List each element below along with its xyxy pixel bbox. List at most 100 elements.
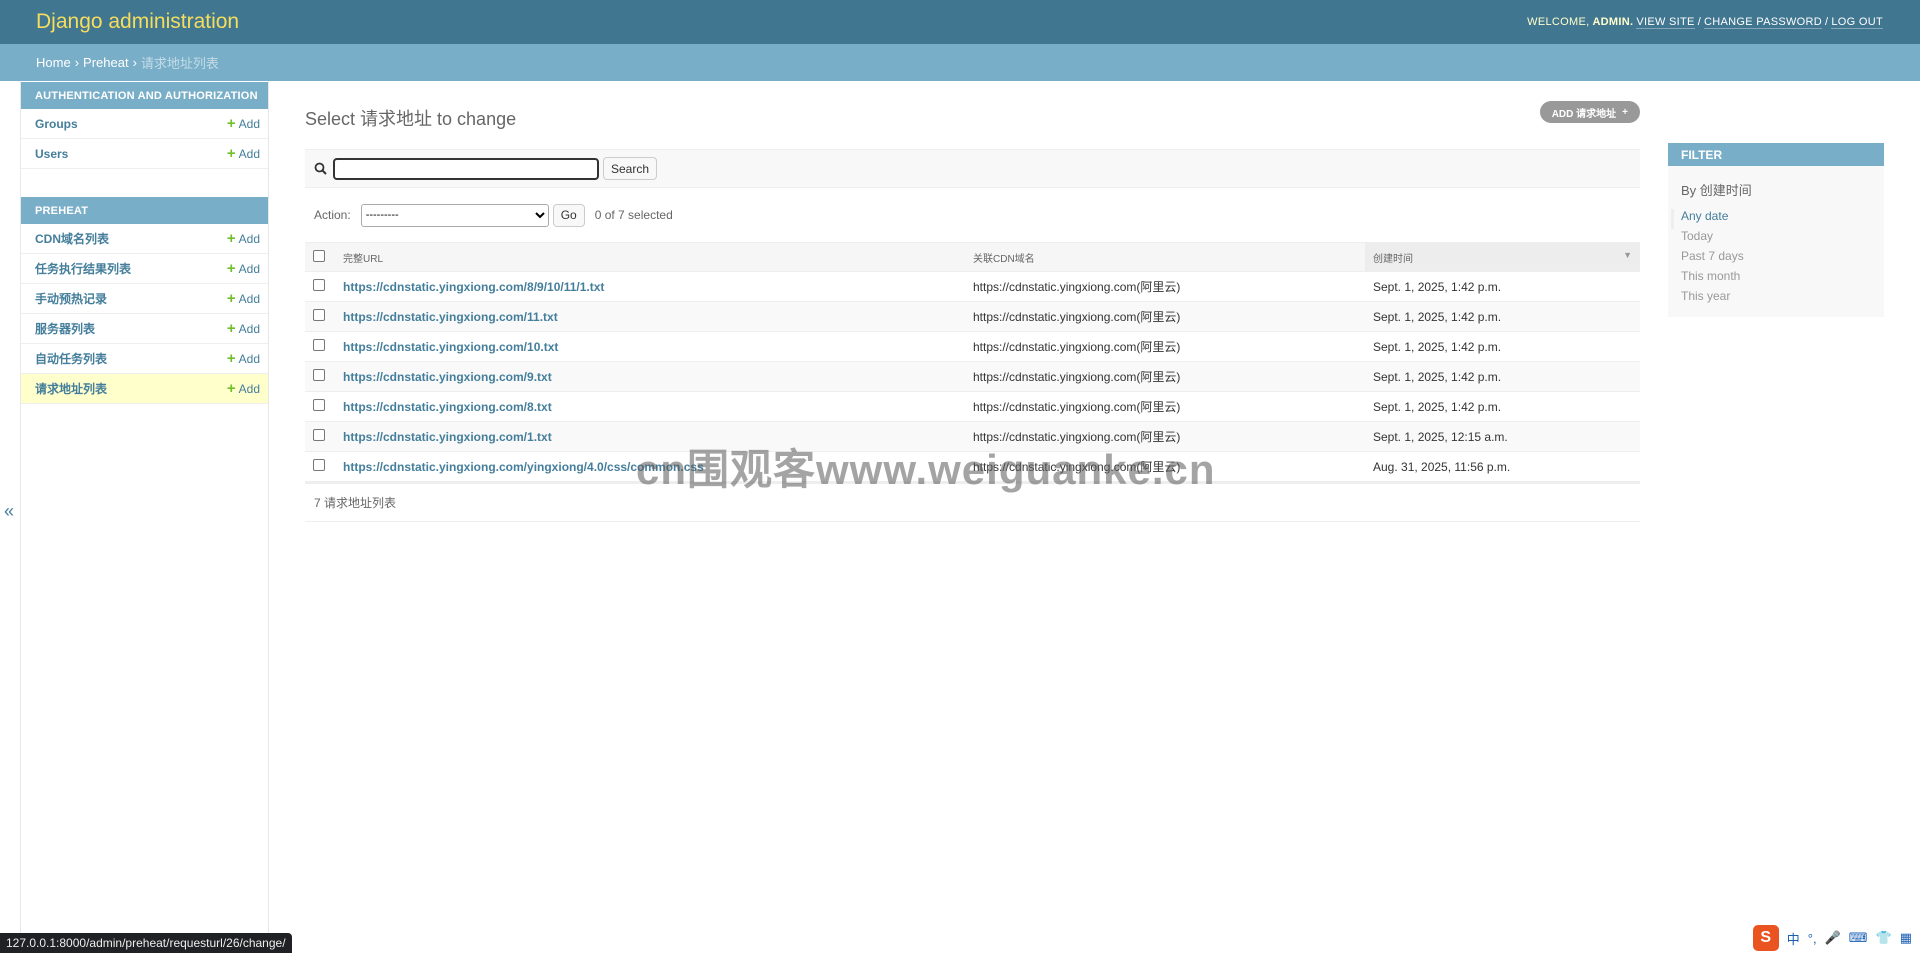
user-tools: WELCOME, ADMIN. VIEW SITE / CHANGE PASSW… [1527,16,1883,29]
collapse-icon[interactable]: « [4,501,14,522]
status-bar-url: 127.0.0.1:8000/admin/preheat/requesturl/… [0,933,292,953]
sidebar-item-label[interactable]: 手动预热记录 [35,290,107,307]
created-cell: Sept. 1, 2025, 1:42 p.m. [1365,271,1640,302]
add-label: Add [238,261,260,276]
search-button[interactable]: Search [603,157,658,180]
add-object-button[interactable]: ADD 请求地址 + [1539,101,1640,123]
filter-option-past-7-days: Past 7 days [1681,249,1884,269]
punctuation-icon[interactable]: °, [1808,931,1817,946]
filter-option-link[interactable]: Any date [1681,209,1728,223]
row-checkbox[interactable] [313,339,325,351]
keyboard-icon[interactable]: ⌨ [1849,930,1868,946]
filter-panel: FILTER By 创建时间 Any date Today Past 7 day… [1668,143,1884,317]
select-all-checkbox[interactable] [313,249,325,262]
breadcrumb-home[interactable]: Home [36,55,71,70]
microphone-icon[interactable]: 🎤 [1825,930,1841,946]
plus-icon: + [226,145,236,162]
results-table: 完整URL 关联CDN域名 创建时间 ▼ https://cdnstatic.y… [305,242,1640,482]
url-link[interactable]: https://cdnstatic.yingxiong.com/yingxion… [343,460,704,474]
site-name[interactable]: Django administration [36,10,239,34]
add-button[interactable]: + Add [227,381,260,396]
module-preheat: PREHEAT CDN域名列表 + Add 任务执行结果列表 + Add 手动预热记… [21,197,268,404]
url-link[interactable]: https://cdnstatic.yingxiong.com/9.txt [343,370,552,384]
sidebar-item-label[interactable]: Groups [35,117,78,131]
column-header-url[interactable]: 完整URL [335,242,965,272]
separator: / [1697,16,1702,28]
row-select-cell [305,391,335,422]
welcome-text: WELCOME, [1527,16,1590,28]
filter-option-link[interactable]: This month [1681,269,1740,283]
module-caption[interactable]: AUTHENTICATION AND AUTHORIZATION [21,82,268,109]
filter-option-link[interactable]: Today [1681,229,1713,243]
add-button[interactable]: + Add [227,261,260,276]
add-button[interactable]: + Add [227,116,260,131]
breadcrumb: Home › Preheat › 请求地址列表 [0,44,1920,81]
column-header-label: 创建时间 [1373,253,1413,265]
ime-language-indicator[interactable]: 中 [1787,929,1800,948]
sidebar-item-label[interactable]: 自动任务列表 [35,350,107,367]
skin-icon[interactable]: 👕 [1876,930,1892,946]
view-site-link[interactable]: VIEW SITE [1636,16,1695,29]
url-cell: https://cdnstatic.yingxiong.com/11.txt [335,301,965,332]
sidebar-item-label[interactable]: 服务器列表 [35,320,95,337]
url-link[interactable]: https://cdnstatic.yingxiong.com/1.txt [343,430,552,444]
row-checkbox[interactable] [313,369,325,381]
column-header-created[interactable]: 创建时间 ▼ [1365,242,1640,272]
sidebar-item-label[interactable]: 请求地址列表 [35,380,107,397]
breadcrumb-separator: › [74,55,80,70]
action-select[interactable]: --------- [360,203,549,227]
add-button[interactable]: + Add [227,291,260,306]
url-link[interactable]: https://cdnstatic.yingxiong.com/11.txt [343,310,558,324]
cdn-cell: https://cdnstatic.yingxiong.com(阿里云) [965,421,1365,452]
sidebar-item-label[interactable]: CDN域名列表 [35,230,109,247]
filter-title: FILTER [1668,143,1884,166]
breadcrumb-separator: › [132,55,137,70]
search-input[interactable] [333,157,599,180]
module-caption[interactable]: PREHEAT [21,197,268,224]
breadcrumb-app[interactable]: Preheat [83,55,129,70]
row-checkbox[interactable] [313,399,325,411]
row-checkbox[interactable] [313,459,325,471]
url-link[interactable]: https://cdnstatic.yingxiong.com/8.txt [343,400,552,414]
row-checkbox[interactable] [313,309,325,321]
add-button[interactable]: + Add [227,146,260,161]
logout-link[interactable]: LOG OUT [1831,16,1883,29]
sidebar-item-label[interactable]: 任务执行结果列表 [35,260,131,277]
sidebar-item-servers: 服务器列表 + Add [21,314,268,344]
url-link[interactable]: https://cdnstatic.yingxiong.com/8/9/10/1… [343,280,604,294]
sidebar-item-label[interactable]: Users [35,147,68,161]
cdn-cell: https://cdnstatic.yingxiong.com(阿里云) [965,301,1365,332]
add-label: Add [238,351,260,366]
sidebar-toggle[interactable]: « [0,81,21,953]
add-button[interactable]: + Add [227,321,260,336]
sidebar-item-auto-tasks: 自动任务列表 + Add [21,344,268,374]
sort-desc-icon[interactable]: ▼ [1623,250,1632,260]
username: ADMIN. [1592,16,1634,28]
change-password-link[interactable]: CHANGE PASSWORD [1704,16,1823,29]
search-icon [314,162,327,175]
created-cell: Sept. 1, 2025, 12:15 a.m. [1365,421,1640,452]
column-header-cdn[interactable]: 关联CDN域名 [965,242,1365,272]
row-checkbox[interactable] [313,429,325,441]
sidebar-item-cdn: CDN域名列表 + Add [21,224,268,254]
table-header-row: 完整URL 关联CDN域名 创建时间 ▼ [305,242,1640,272]
filter-by-label: By 创建时间 [1681,183,1752,198]
module-auth: AUTHENTICATION AND AUTHORIZATION Groups … [21,82,268,169]
go-button[interactable]: Go [552,203,585,227]
url-cell: https://cdnstatic.yingxiong.com/1.txt [335,421,965,452]
row-checkbox[interactable] [313,279,325,291]
add-button[interactable]: + Add [227,231,260,246]
filter-option-link[interactable]: This year [1681,289,1730,303]
ime-logo-icon[interactable]: S [1752,925,1779,951]
filter-option-link[interactable]: Past 7 days [1681,249,1744,263]
main: « AUTHENTICATION AND AUTHORIZATION Group… [0,81,1920,953]
page-title: Select 请求地址 to change [305,109,517,129]
grid-menu-icon[interactable]: ▦ [1900,930,1912,946]
filter-option-today: Today [1681,229,1884,249]
sidebar-item-users: Users + Add [21,139,268,169]
add-button[interactable]: + Add [227,351,260,366]
add-object-label: ADD 请求地址 [1551,108,1617,120]
plus-icon: + [226,380,236,397]
filter-options: Any date Today Past 7 days This month Th… [1668,209,1884,317]
url-link[interactable]: https://cdnstatic.yingxiong.com/10.txt [343,340,558,354]
